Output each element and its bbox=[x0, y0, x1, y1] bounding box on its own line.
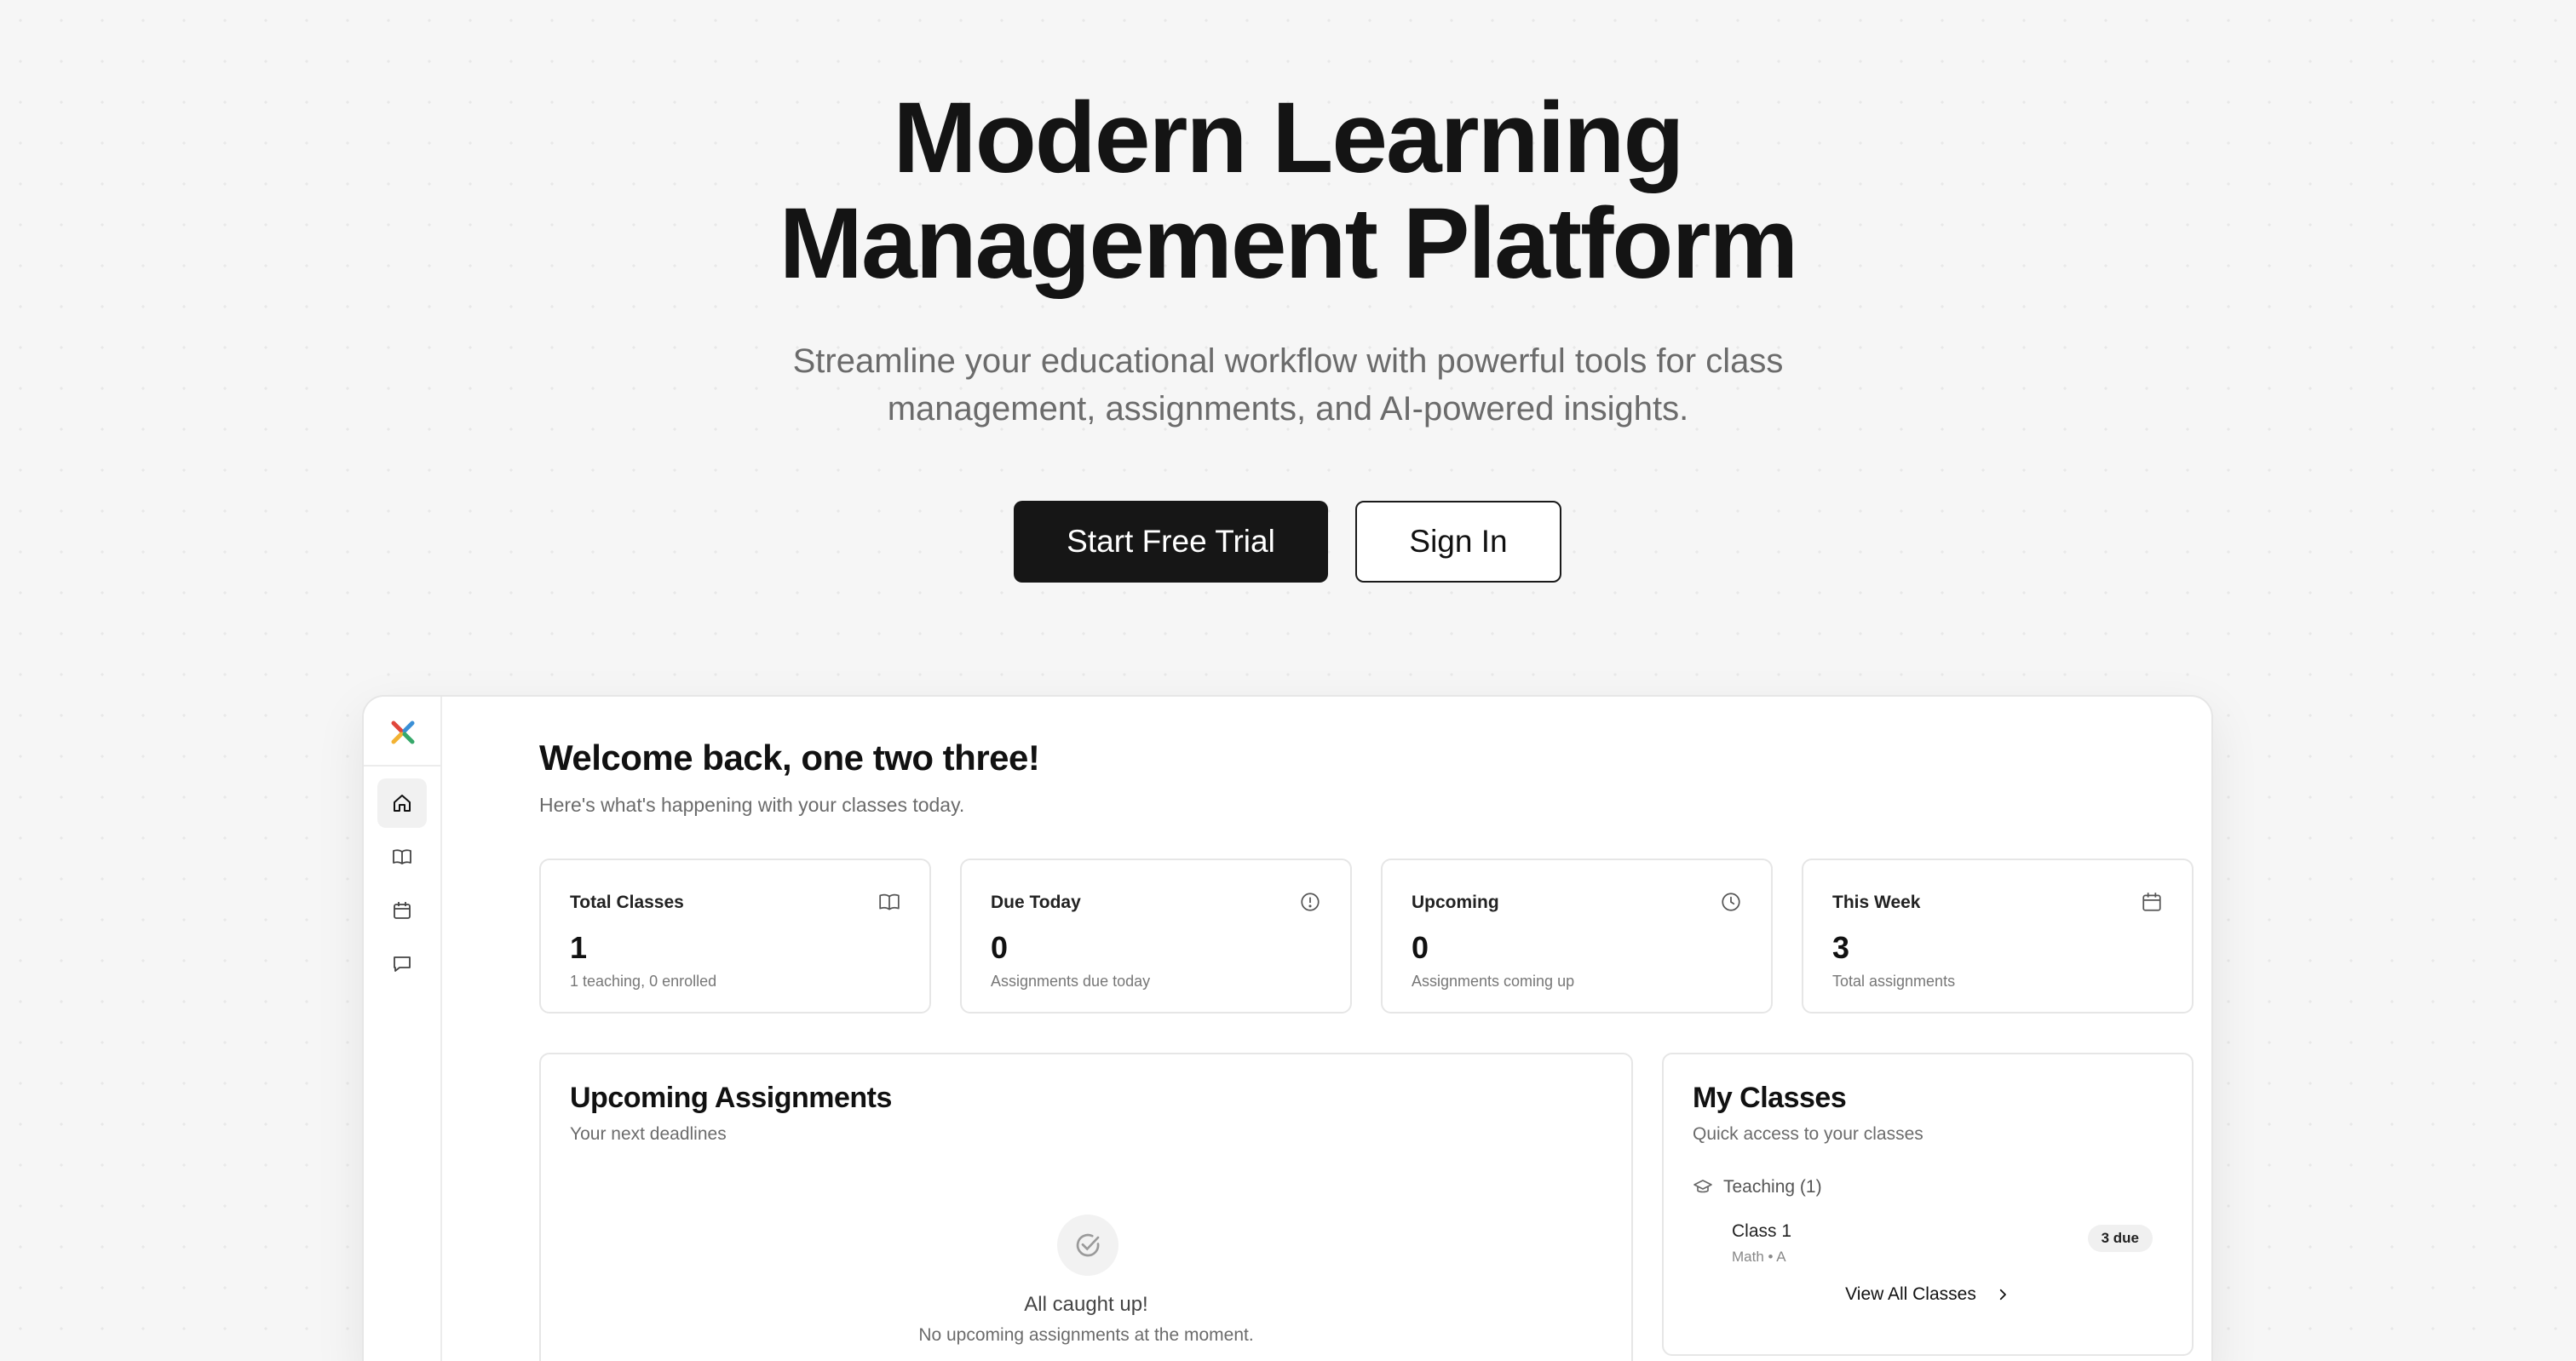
view-all-classes-label: View All Classes bbox=[1845, 1284, 1976, 1304]
stat-title: Due Today bbox=[991, 893, 1081, 912]
hero-title-line2: Management Platform bbox=[779, 187, 1799, 300]
class-name: Class 1 bbox=[1732, 1221, 1792, 1241]
dashboard-main: Welcome back, one two three! Here's what… bbox=[442, 697, 2211, 1361]
app-preview-window: Welcome back, one two three! Here's what… bbox=[362, 695, 2213, 1361]
book-icon bbox=[879, 893, 900, 910]
check-circle-icon bbox=[1076, 1233, 1100, 1257]
stat-value: 0 bbox=[1412, 930, 1429, 965]
due-count-badge: 3 due bbox=[2087, 1225, 2153, 1252]
stat-title: This Week bbox=[1832, 893, 1921, 912]
stat-value: 1 bbox=[570, 930, 588, 965]
calendar-icon bbox=[394, 902, 411, 919]
panel-subtitle: Quick access to your classes bbox=[1693, 1124, 1923, 1144]
view-all-classes-link[interactable]: View All Classes bbox=[1664, 1284, 2192, 1305]
panel-title: My Classes bbox=[1693, 1082, 1847, 1114]
stat-description: Assignments due today bbox=[991, 973, 1151, 990]
alert-circle-icon bbox=[1301, 893, 1320, 911]
sidebar-item-classes[interactable] bbox=[377, 832, 427, 881]
book-icon bbox=[393, 849, 411, 864]
stat-title: Total Classes bbox=[570, 893, 684, 912]
app-logo-icon[interactable] bbox=[386, 715, 420, 749]
stat-value: 3 bbox=[1832, 930, 1850, 965]
sidebar-item-calendar[interactable] bbox=[377, 886, 427, 935]
start-free-trial-button[interactable]: Start Free Trial bbox=[1014, 501, 1328, 583]
upcoming-assignments-panel: Upcoming Assignments Your next deadlines… bbox=[539, 1053, 1633, 1361]
calendar-icon bbox=[2142, 893, 2161, 911]
message-icon bbox=[394, 956, 411, 972]
stat-card-total-classes: Total Classes 1 1 teaching, 0 enrolled bbox=[539, 859, 931, 1014]
graduation-cap-icon bbox=[1693, 1180, 1712, 1193]
panel-subtitle: Your next deadlines bbox=[570, 1124, 727, 1144]
stat-card-this-week: This Week 3 Total assignments bbox=[1802, 859, 2194, 1014]
chevron-right-icon bbox=[1999, 1289, 2006, 1301]
stat-card-due-today: Due Today 0 Assignments due today bbox=[960, 859, 1352, 1014]
sidebar-item-home[interactable] bbox=[377, 778, 427, 828]
welcome-subtitle: Here's what's happening with your classe… bbox=[539, 794, 965, 816]
hero-title-line1: Modern Learning bbox=[893, 82, 1684, 194]
sidebar bbox=[364, 697, 442, 1361]
class-meta: Math • A bbox=[1732, 1249, 1786, 1265]
clock-icon bbox=[1722, 893, 1740, 911]
empty-state-message: No upcoming assignments at the moment. bbox=[918, 1325, 1254, 1345]
welcome-heading: Welcome back, one two three! bbox=[539, 738, 1040, 778]
stat-value: 0 bbox=[991, 930, 1009, 965]
panel-title: Upcoming Assignments bbox=[570, 1082, 892, 1114]
hero-subtitle: Streamline your educational workflow wit… bbox=[0, 337, 2576, 433]
class-list-item[interactable]: Class 1 Math • A bbox=[1732, 1221, 1791, 1266]
hero-title: Modern Learning Management Platform bbox=[0, 85, 2576, 296]
stat-title: Upcoming bbox=[1412, 893, 1499, 912]
sign-in-button[interactable]: Sign In bbox=[1355, 501, 1561, 583]
empty-state-title: All caught up! bbox=[1024, 1293, 1148, 1316]
teaching-group-header: Teaching (1) bbox=[1693, 1177, 1822, 1197]
hero-subtitle-line1: Streamline your educational workflow wit… bbox=[792, 342, 1784, 380]
stat-description: Assignments coming up bbox=[1412, 973, 1575, 990]
stat-description: 1 teaching, 0 enrolled bbox=[570, 973, 717, 990]
hero-subtitle-line2: management, assignments, and AI-powered … bbox=[887, 390, 1689, 428]
stat-card-upcoming: Upcoming 0 Assignments coming up bbox=[1381, 859, 1773, 1014]
empty-state-badge bbox=[1057, 1215, 1118, 1276]
teaching-label: Teaching (1) bbox=[1723, 1177, 1822, 1197]
sidebar-divider bbox=[364, 765, 440, 767]
stat-description: Total assignments bbox=[1832, 973, 1956, 990]
home-icon bbox=[394, 795, 411, 812]
sidebar-item-messages[interactable] bbox=[377, 939, 427, 989]
my-classes-panel: My Classes Quick access to your classes … bbox=[1662, 1053, 2194, 1356]
